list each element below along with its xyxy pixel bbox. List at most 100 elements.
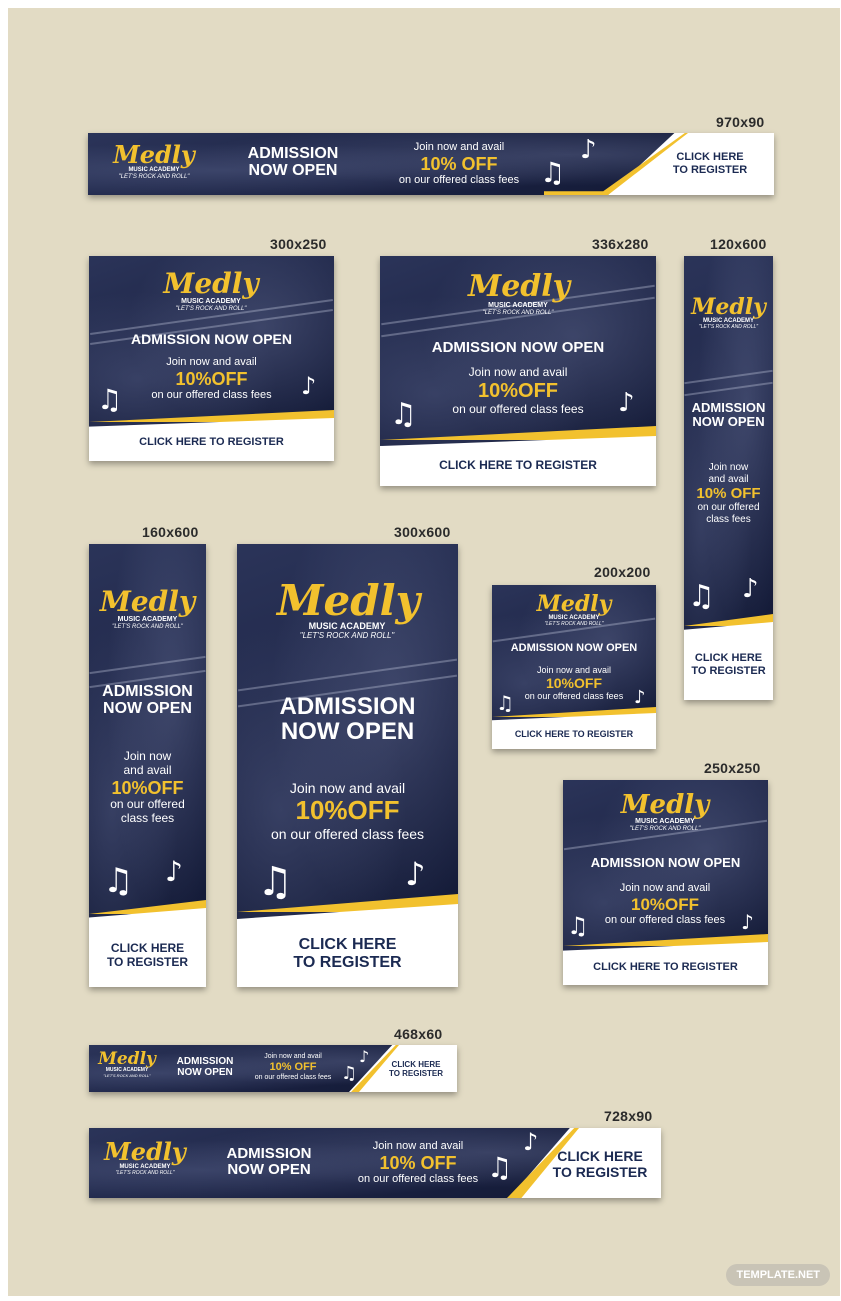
register-button[interactable]: CLICK HERE TO REGISTER (237, 936, 458, 973)
size-label-120x600: 120x600 (710, 236, 767, 252)
banner-468x60[interactable]: Medly MUSIC ACADEMY "LET'S ROCK AND ROLL… (89, 1045, 457, 1092)
brand-tagline: "LET'S ROCK AND ROLL" (629, 825, 701, 832)
brand-wordmark: Medly (98, 1049, 156, 1069)
offer-discount: 10%OFF (111, 777, 184, 798)
offer-join-text: Join now and avail (536, 665, 612, 675)
double-music-note-icon: ♫ (540, 156, 566, 189)
brand-logo: Medly MUSIC ACADEMY "LET'S ROCK AND ROLL… (615, 792, 715, 832)
brand-wordmark: Medly (113, 140, 195, 169)
register-button[interactable]: CLICK HERE TO REGISTER (89, 436, 334, 449)
offer-join-text: Join now and avail (372, 1140, 464, 1152)
cta-line-1: CLICK HERE (110, 941, 185, 955)
banner-300x250[interactable]: Medly MUSIC ACADEMY "LET'S ROCK AND ROLL… (89, 256, 334, 461)
double-music-note-icon: ♫ (487, 1151, 513, 1184)
offer-block: Join now and avail 10%OFF on our offered… (237, 780, 458, 842)
offer-block: Join now and avail 10% OFF on our offere… (684, 462, 773, 525)
brand-tagline: "LET'S ROCK AND ROLL" (112, 623, 183, 630)
cta-line-2: TO REGISTER (388, 1069, 444, 1079)
double-music-note-icon: ♫ (496, 691, 514, 715)
offer-fees-text-2: class fees (120, 811, 175, 826)
size-label-160x600: 160x600 (142, 524, 199, 540)
brand-logo: Medly MUSIC ACADEMY "LET'S ROCK AND ROLL… (468, 272, 570, 316)
offer-join-text: Join now and avail (289, 780, 406, 796)
double-music-note-icon: ♫ (688, 579, 715, 614)
headline-line-2: NOW OPEN (280, 718, 415, 746)
register-button[interactable]: CLICK HERE TO REGISTER (379, 1060, 453, 1078)
music-note-icon: ♪ (405, 855, 426, 893)
banner-300x600[interactable]: Medly MUSIC ACADEMY "LET'S ROCK AND ROLL… (237, 544, 458, 987)
offer-fees-text: on our offered class fees (398, 174, 520, 187)
music-note-icon: ♪ (165, 855, 183, 888)
offer-discount: 10% OFF (696, 485, 761, 502)
music-note-icon: ♪ (634, 687, 646, 708)
brand-tagline: "LET'S ROCK AND ROLL" (115, 1169, 175, 1176)
double-music-note-icon: ♫ (257, 859, 293, 905)
offer-join-text: Join now (708, 462, 749, 473)
music-note-icon: ♪ (359, 1047, 370, 1066)
banner-728x90[interactable]: Medly MUSIC ACADEMY "LET'S ROCK AND ROLL… (89, 1128, 661, 1198)
cta-line-1: CLICK HERE (676, 151, 744, 163)
size-label-200x200: 200x200 (594, 564, 651, 580)
offer-discount: 10% OFF (269, 1061, 317, 1074)
register-button[interactable]: CLICK HERE TO REGISTER (492, 729, 656, 739)
offer-fees-text: on our offered (110, 797, 185, 812)
brand-logo: Medly MUSIC ACADEMY "LET'S ROCK AND ROLL… (684, 296, 773, 330)
banner-336x280[interactable]: Medly MUSIC ACADEMY "LET'S ROCK AND ROLL… (380, 256, 656, 486)
double-music-note-icon: ♫ (390, 397, 417, 432)
banner-970x90[interactable]: Medly MUSIC ACADEMY "LET'S ROCK AND ROLL… (88, 133, 774, 195)
register-button[interactable]: CLICK HERE TO REGISTER (380, 458, 656, 473)
offer-join-text: Join now (123, 749, 172, 763)
headline-line-2: NOW OPEN (227, 1160, 311, 1178)
register-button[interactable]: CLICK HERE TO REGISTER (684, 652, 773, 677)
brand-tagline: "LET'S ROCK AND ROLL" (698, 323, 759, 330)
offer-fees-text: on our offered class fees (357, 1173, 479, 1186)
offer-join-text: Join now and avail (166, 356, 257, 368)
double-music-note-icon: ♫ (567, 912, 589, 940)
brand-wordmark: Medly (163, 267, 259, 300)
admission-headline: ADMISSION NOW OPEN (684, 401, 773, 428)
cta-line-2: TO REGISTER (691, 664, 766, 677)
offer-join-text: Join now and avail (264, 1053, 322, 1060)
cta-line-1: CLICK HERE (557, 1148, 643, 1164)
banner-250x250[interactable]: Medly MUSIC ACADEMY "LET'S ROCK AND ROLL… (563, 780, 768, 985)
brand-logo: Medly MUSIC ACADEMY "LET'S ROCK AND ROLL… (89, 588, 206, 630)
headline-line-1: ADMISSION (247, 145, 339, 162)
admission-headline: ADMISSION NOW OPEN (590, 855, 741, 870)
offer-fees-text: on our offered class fees (524, 691, 624, 702)
register-button[interactable]: CLICK HERE TO REGISTER (660, 151, 760, 176)
size-label-300x600: 300x600 (394, 524, 451, 540)
offer-fees-text: on our offered class fees (452, 401, 584, 416)
headline-line-1: ADMISSION (176, 1056, 234, 1067)
register-button[interactable]: CLICK HERE TO REGISTER (89, 941, 206, 970)
music-note-icon: ♪ (580, 135, 597, 165)
headline-line-1: ADMISSION (691, 400, 766, 415)
offer-block: Join now and avail 10%OFF on our offered… (129, 356, 294, 402)
banner-160x600[interactable]: Medly MUSIC ACADEMY "LET'S ROCK AND ROLL… (89, 544, 206, 987)
banner-200x200[interactable]: Medly MUSIC ACADEMY "LET'S ROCK AND ROLL… (492, 585, 656, 749)
offer-block: Join now and avail 10%OFF on our offered… (89, 749, 206, 826)
offer-discount: 10%OFF (545, 675, 602, 692)
cta-line-1: CLICK HERE (298, 936, 397, 953)
brand-tagline: "LET'S ROCK AND ROLL" (299, 630, 395, 640)
admission-headline: ADMISSION NOW OPEN (89, 683, 206, 718)
size-label-336x280: 336x280 (592, 236, 649, 252)
cta-line-2: TO REGISTER (106, 954, 189, 969)
offer-join-text: Join now and avail (619, 882, 711, 894)
register-button[interactable]: CLICK HERE TO REGISTER (545, 1148, 655, 1180)
register-button[interactable]: CLICK HERE TO REGISTER (563, 961, 768, 974)
offer-join-text-2: and avail (123, 762, 172, 777)
banner-120x600[interactable]: Medly MUSIC ACADEMY "LET'S ROCK AND ROLL… (684, 256, 773, 700)
brand-wordmark: Medly (536, 591, 612, 617)
size-label-970x90: 970x90 (716, 114, 765, 130)
offer-discount: 10%OFF (477, 379, 559, 402)
offer-discount: 10%OFF (175, 368, 248, 389)
offer-block: Join now and avail 10%OFF on our offered… (512, 665, 636, 702)
double-music-note-icon: ♫ (97, 383, 123, 416)
brand-logo: Medly MUSIC ACADEMY "LET'S ROCK AND ROLL… (161, 270, 261, 312)
brand-wordmark: Medly (620, 790, 710, 820)
headline-line-2: NOW OPEN (248, 161, 338, 179)
music-note-icon: ♪ (741, 910, 754, 934)
admission-headline: ADMISSION NOW OPEN (211, 1146, 327, 1178)
music-note-icon: ♪ (618, 388, 635, 418)
headline-line-1: ADMISSION (279, 693, 416, 720)
